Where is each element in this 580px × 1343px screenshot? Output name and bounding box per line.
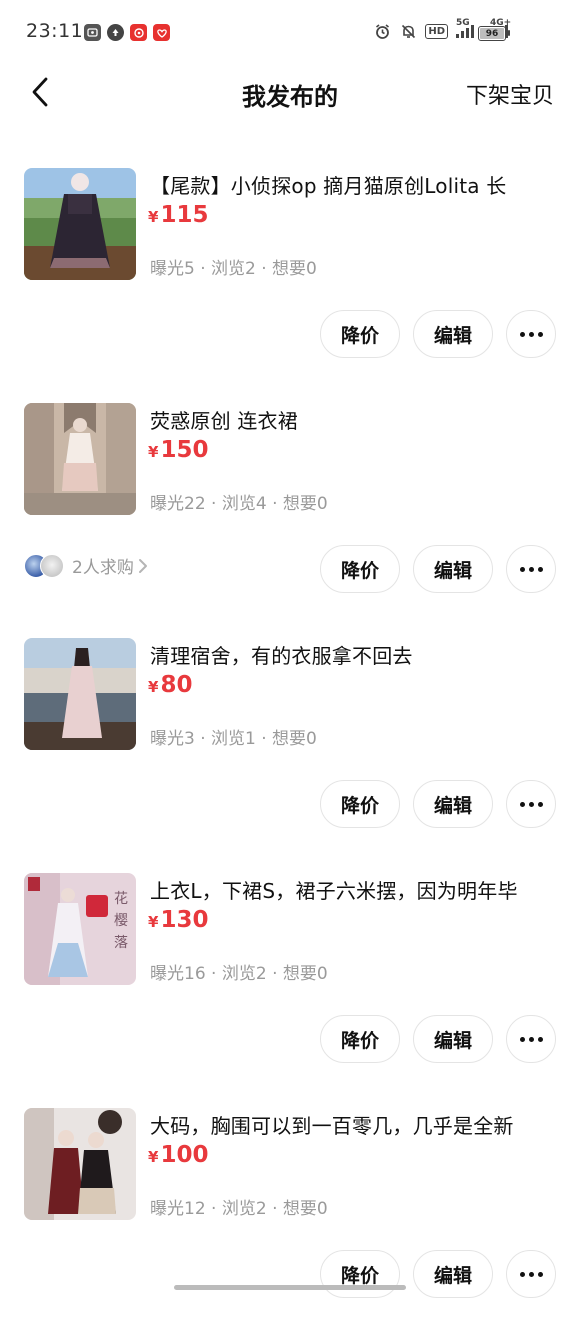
- more-button[interactable]: [506, 545, 556, 593]
- item-actions: 降价 编辑: [320, 1015, 556, 1063]
- edit-button[interactable]: 编辑: [413, 310, 493, 358]
- item-stats: 曝光3 · 浏览1 · 想要0: [150, 729, 317, 749]
- more-dots-icon: [519, 331, 543, 337]
- more-dots-icon: [519, 1036, 543, 1042]
- alarm-icon: [373, 22, 391, 40]
- price-value: 115: [160, 202, 209, 228]
- price-value: 130: [160, 907, 209, 933]
- chevron-right-icon: [138, 558, 148, 574]
- price-value: 80: [160, 672, 193, 698]
- hd-voice-badge: HD: [425, 23, 448, 39]
- item-title[interactable]: 清理宿舍，有的衣服拿不回去: [150, 640, 550, 669]
- battery-icon: 96: [478, 26, 506, 41]
- notification-icons: [84, 24, 170, 41]
- status-time: 23:11: [26, 20, 84, 42]
- item-price: ¥ 130: [148, 907, 208, 933]
- more-button[interactable]: [506, 1250, 556, 1298]
- item-price: ¥ 150: [148, 437, 208, 463]
- item-price: ¥ 100: [148, 1142, 208, 1168]
- buy-request-link[interactable]: 2人求购: [24, 553, 148, 578]
- battery-tip: [508, 30, 510, 36]
- home-indicator[interactable]: [174, 1285, 406, 1290]
- status-bar: 23:11 HD 5G 4G+ 96: [0, 0, 580, 64]
- more-button[interactable]: [506, 780, 556, 828]
- more-dots-icon: [519, 1271, 543, 1277]
- edit-button[interactable]: 编辑: [413, 1015, 493, 1063]
- item-actions: 降价 编辑: [320, 780, 556, 828]
- list-item[interactable]: 荧惑原创 连衣裙 ¥ 150 曝光22 · 浏览4 · 想要0 2人求购 降价 …: [0, 403, 580, 638]
- svg-text:樱: 樱: [114, 912, 128, 929]
- delist-items-button[interactable]: 下架宝贝: [466, 78, 554, 110]
- more-button[interactable]: [506, 1015, 556, 1063]
- reduce-price-button[interactable]: 降价: [320, 1250, 400, 1298]
- item-price: ¥ 80: [148, 672, 192, 698]
- price-symbol: ¥: [148, 1148, 159, 1166]
- list-item[interactable]: 【尾款】小侦探op 摘月猫原创Lolita 长 ¥ 115 曝光5 · 浏览2 …: [0, 168, 580, 403]
- upload-notification-icon: [107, 24, 124, 41]
- item-stats: 曝光16 · 浏览2 · 想要0: [150, 964, 328, 984]
- more-button[interactable]: [506, 310, 556, 358]
- signal-5g-icon: 5G: [456, 18, 474, 38]
- svg-text:落: 落: [114, 935, 128, 951]
- item-thumbnail[interactable]: [24, 168, 136, 280]
- item-price: ¥ 115: [148, 202, 208, 228]
- item-actions: 降价 编辑: [320, 1250, 556, 1298]
- nav-bar: 我发布的 下架宝贝: [0, 64, 580, 120]
- price-symbol: ¥: [148, 443, 159, 461]
- list-item[interactable]: 花 樱 落 上衣L，下裙S，裙子六米摆，因为明年毕 ¥ 130 曝光16 · 浏…: [0, 873, 580, 1108]
- app-notification-icon: [84, 24, 101, 41]
- reduce-price-button[interactable]: 降价: [320, 1015, 400, 1063]
- price-value: 150: [160, 437, 209, 463]
- price-value: 100: [160, 1142, 209, 1168]
- mute-icon: [399, 22, 417, 40]
- item-thumbnail[interactable]: [24, 1108, 136, 1220]
- shopping-notification-icon: [153, 24, 170, 41]
- price-symbol: ¥: [148, 678, 159, 696]
- price-symbol: ¥: [148, 913, 159, 931]
- item-stats: 曝光22 · 浏览4 · 想要0: [150, 494, 328, 514]
- price-symbol: ¥: [148, 208, 159, 226]
- music-notification-icon: [130, 24, 147, 41]
- battery-level: 96: [485, 28, 499, 39]
- item-thumbnail[interactable]: [24, 638, 136, 750]
- item-stats: 曝光12 · 浏览2 · 想要0: [150, 1199, 328, 1219]
- item-title[interactable]: 大码，胸围可以到一百零几，几乎是全新: [150, 1110, 550, 1139]
- list-item[interactable]: 大码，胸围可以到一百零几，几乎是全新 ¥ 100 曝光12 · 浏览2 · 想要…: [0, 1108, 580, 1343]
- item-stats: 曝光5 · 浏览2 · 想要0: [150, 259, 317, 279]
- item-thumbnail[interactable]: [24, 403, 136, 515]
- item-title[interactable]: 上衣L，下裙S，裙子六米摆，因为明年毕: [150, 875, 550, 904]
- item-title[interactable]: 荧惑原创 连衣裙: [150, 405, 550, 434]
- more-dots-icon: [519, 801, 543, 807]
- list-item[interactable]: 清理宿舍，有的衣服拿不回去 ¥ 80 曝光3 · 浏览1 · 想要0 降价 编辑: [0, 638, 580, 873]
- item-actions: 降价 编辑: [320, 545, 556, 593]
- avatar: [40, 553, 64, 578]
- reduce-price-button[interactable]: 降价: [320, 545, 400, 593]
- item-title[interactable]: 【尾款】小侦探op 摘月猫原创Lolita 长: [150, 170, 550, 199]
- edit-button[interactable]: 编辑: [413, 780, 493, 828]
- buy-request-count: 2人求购: [72, 558, 134, 578]
- more-dots-icon: [519, 566, 543, 572]
- reduce-price-button[interactable]: 降价: [320, 310, 400, 358]
- edit-button[interactable]: 编辑: [413, 1250, 493, 1298]
- edit-button[interactable]: 编辑: [413, 545, 493, 593]
- item-actions: 降价 编辑: [320, 310, 556, 358]
- reduce-price-button[interactable]: 降价: [320, 780, 400, 828]
- item-thumbnail[interactable]: 花 樱 落: [24, 873, 136, 985]
- svg-text:花: 花: [114, 891, 128, 907]
